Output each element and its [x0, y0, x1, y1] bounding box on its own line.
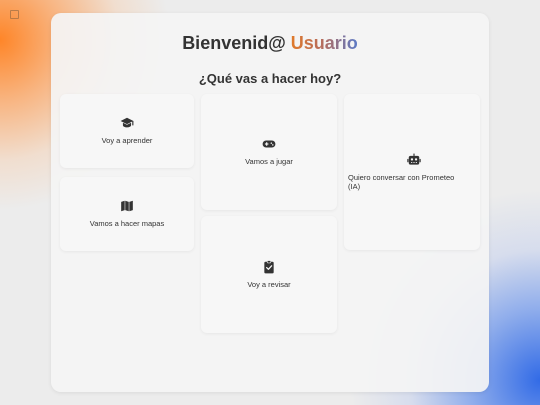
card-review-label: Voy a revisar — [247, 279, 291, 289]
card-chat-label: Quiero conversar con Prometeo (IA) — [348, 172, 455, 191]
page-title: Bienvenid@ Usuario — [51, 33, 489, 54]
map-icon — [121, 201, 133, 212]
card-play-label: Vamos a jugar — [245, 157, 293, 167]
card-learn[interactable]: Voy a aprender — [60, 94, 194, 168]
card-learn-label: Voy a aprender — [101, 136, 153, 146]
window-icon — [10, 10, 19, 19]
clipboard-check-icon — [264, 260, 274, 274]
gamepad-icon — [262, 140, 276, 148]
card-review[interactable]: Voy a revisar — [201, 216, 337, 333]
card-chat[interactable]: Quiero conversar con Prometeo (IA) — [344, 94, 480, 250]
card-play[interactable]: Vamos a jugar — [201, 94, 337, 210]
page-subtitle: ¿Qué vas a hacer hoy? — [198, 71, 342, 86]
graduation-cap-icon — [120, 118, 134, 128]
card-maps-label: Vamos a hacer mapas — [89, 219, 165, 229]
robot-icon — [407, 153, 421, 165]
greeting-text: Bienvenid@ — [182, 33, 286, 53]
card-maps[interactable]: Vamos a hacer mapas — [60, 177, 194, 251]
user-name: Usuario — [290, 33, 358, 53]
